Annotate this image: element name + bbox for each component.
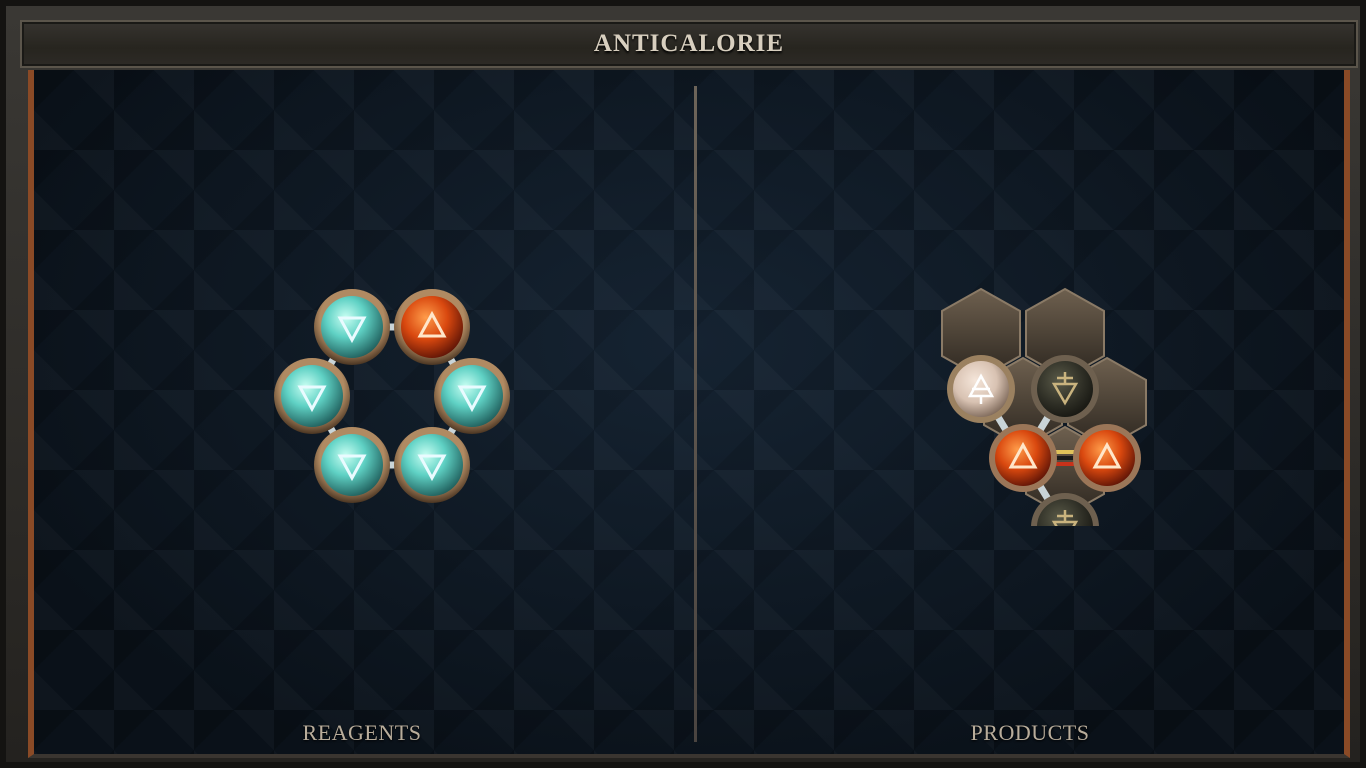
water-atom[interactable]: [394, 427, 470, 503]
product-molecule: [910, 276, 1160, 561]
page-title: ANTICALORIE: [593, 30, 785, 57]
earth-atom[interactable]: [1031, 355, 1099, 423]
water-atom[interactable]: [314, 427, 390, 503]
water-atom[interactable]: [314, 289, 390, 365]
reagents-label: REAGENTS: [302, 720, 422, 745]
panel-divider: [694, 86, 697, 742]
water-atom[interactable]: [274, 358, 350, 434]
fire-atom[interactable]: [394, 289, 470, 365]
fire-atom[interactable]: [1073, 424, 1141, 492]
reagent-molecule: [246, 282, 516, 512]
game-frame: ANTICALORIE REAGENTS PRODUCTS: [0, 0, 1366, 768]
air-atom[interactable]: [947, 355, 1015, 423]
fire-atom[interactable]: [989, 424, 1057, 492]
products-label: PRODUCTS: [970, 720, 1090, 745]
recipe-board: REAGENTS PRODUCTS: [28, 70, 1350, 758]
title-bar: ANTICALORIE: [20, 20, 1358, 68]
water-atom[interactable]: [434, 358, 510, 434]
